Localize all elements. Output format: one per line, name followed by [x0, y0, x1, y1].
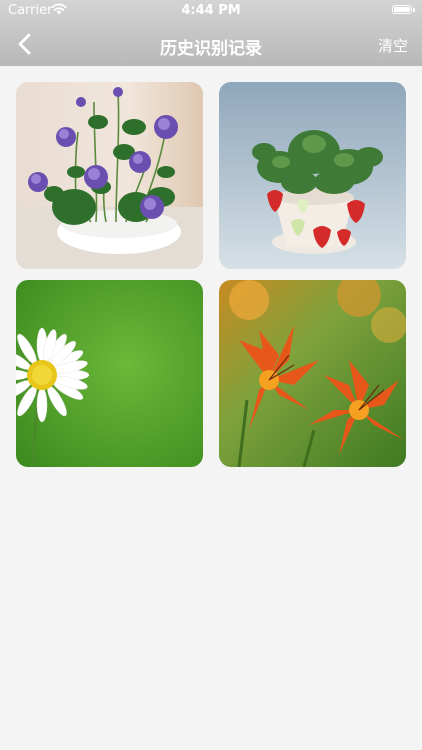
history-item-water-lily[interactable]: [16, 82, 203, 269]
strawberry-image: [219, 82, 406, 269]
page-title: 历史识别记录: [160, 39, 262, 59]
header-bar: Carrier 4:44 PM 历史识别记录 清空: [0, 0, 422, 66]
status-time: 4:44 PM: [181, 3, 241, 18]
daisy-image: [16, 280, 203, 467]
navigation-bar: 历史识别记录 清空: [0, 22, 422, 66]
battery-icon: [392, 5, 415, 14]
history-item-daylily[interactable]: [219, 280, 406, 467]
daylily-image: [219, 280, 406, 467]
history-item-daisy[interactable]: [16, 280, 203, 467]
history-item-strawberry[interactable]: [219, 82, 406, 269]
clear-button[interactable]: 清空: [378, 35, 408, 56]
water-lily-image: [16, 82, 203, 269]
status-bar: Carrier 4:44 PM: [0, 0, 422, 22]
